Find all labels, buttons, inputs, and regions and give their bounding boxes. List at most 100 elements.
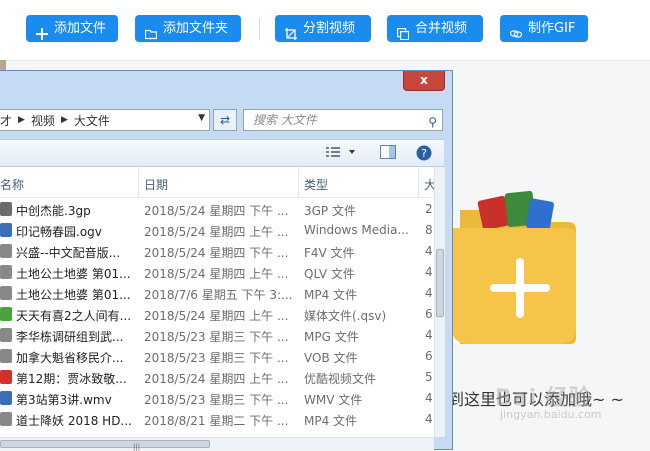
file-row[interactable]: 第3站第3讲.wmv 2018/5/23 星期三 下午 ... WMV 文件 4 bbox=[0, 388, 434, 409]
file-name: 加拿大魁省移民介... bbox=[16, 351, 124, 365]
file-date: 2018/5/23 星期三 下午 ... bbox=[144, 351, 289, 365]
file-size: 6 bbox=[425, 307, 433, 321]
file-type: QLV 文件 bbox=[304, 267, 355, 281]
file-size: 6 bbox=[425, 349, 433, 363]
address-dropdown-icon[interactable]: ▼ bbox=[198, 113, 205, 123]
file-row[interactable]: 土地公土地婆 第01... 2018/7/6 星期五 下午 3:... MP4 文件… bbox=[0, 283, 434, 304]
file-size: 4 bbox=[425, 412, 433, 426]
merge-video-button[interactable]: 合并视频 bbox=[387, 15, 483, 42]
search-placeholder: 搜索 大文件 bbox=[253, 113, 317, 127]
file-name: 兴盛--中文配音版... bbox=[16, 246, 121, 260]
column-divider[interactable] bbox=[138, 167, 139, 197]
file-date: 2018/5/24 星期四 上午 ... bbox=[144, 267, 289, 281]
column-name-header[interactable]: 名称 bbox=[0, 176, 24, 193]
preview-pane-icon[interactable] bbox=[380, 145, 396, 159]
file-row[interactable]: 印记畅春园.ogv 2018/5/24 星期四 上午 ... Windows Med… bbox=[0, 220, 434, 241]
file-date: 2018/5/24 星期四 下午 ... bbox=[144, 246, 289, 260]
vertical-scroll-thumb[interactable] bbox=[436, 249, 444, 317]
column-date-header[interactable]: 日期 bbox=[144, 176, 168, 193]
file-row[interactable]: 加拿大魁省移民介... 2018/5/23 星期三 下午 ... VOB 文件 6 bbox=[0, 346, 434, 367]
column-size-header[interactable]: 大 bbox=[424, 176, 434, 193]
file-row[interactable]: 天天有喜2之人间有... 2018/5/24 星期四 上午 ... 媒体文件(.qs… bbox=[0, 304, 434, 325]
video-file-icon bbox=[0, 370, 12, 384]
watermark-url: jingyan.baidu.com bbox=[500, 408, 602, 421]
video-file-icon bbox=[0, 244, 12, 258]
file-type: VOB 文件 bbox=[304, 351, 358, 365]
horizontal-scrollbar[interactable]: ||| bbox=[0, 437, 434, 451]
file-name: 李华栋调研组到武... bbox=[16, 330, 124, 344]
vertical-scrollbar[interactable] bbox=[434, 167, 445, 437]
svg-text:?: ? bbox=[421, 147, 427, 160]
horizontal-scroll-thumb[interactable]: ||| bbox=[0, 440, 210, 451]
file-name: 土地公土地婆 第01... bbox=[16, 267, 131, 281]
file-size: 4 bbox=[425, 391, 433, 405]
file-size: 4 bbox=[425, 265, 433, 279]
file-name: 印记畅春园.ogv bbox=[16, 225, 102, 239]
make-gif-button[interactable]: 制作GIF bbox=[500, 15, 588, 42]
file-row[interactable]: 道士降妖 2018 HD... 2018/8/21 星期二 下午 ... MP4 文… bbox=[0, 409, 434, 430]
dialog-close-button[interactable]: x bbox=[403, 71, 445, 91]
file-date: 2018/5/23 星期三 下午 ... bbox=[144, 330, 289, 344]
file-type: 媒体文件(.qsv) bbox=[304, 309, 387, 323]
file-type: 优酷视频文件 bbox=[304, 372, 377, 386]
file-size: 4 bbox=[425, 244, 433, 258]
add-file-button[interactable]: 添加文件 bbox=[26, 15, 118, 42]
file-row[interactable]: 第12期：贾冰致敬... 2018/5/24 星期四 上午 ... 优酷视频文件 5 bbox=[0, 367, 434, 388]
file-name: 第12期：贾冰致敬... bbox=[16, 372, 127, 386]
search-icon: ⚲ bbox=[428, 115, 437, 129]
video-file-icon bbox=[0, 328, 12, 342]
video-file-icon bbox=[0, 286, 12, 300]
address-bar[interactable]: 才 ▶ 视频 ▶ 大文件 ▼ bbox=[0, 109, 210, 131]
file-row[interactable]: 土地公土地婆 第01... 2018/5/24 星期四 上午 ... QLV 文件 4 bbox=[0, 262, 434, 283]
video-file-icon bbox=[0, 412, 12, 426]
file-row[interactable]: 中创杰能.3gp 2018/5/24 星期四 下午 ... 3GP 文件 2 bbox=[0, 199, 434, 220]
breadcrumb-item[interactable]: 才 bbox=[0, 112, 12, 129]
add-file-label: 添加文件 bbox=[54, 21, 107, 36]
add-files-dropzone[interactable] bbox=[440, 188, 580, 348]
split-video-button[interactable]: 分割视频 bbox=[275, 15, 371, 42]
breadcrumb-item[interactable]: 大文件 bbox=[74, 112, 110, 129]
file-date: 2018/7/6 星期五 下午 3:... bbox=[144, 288, 293, 302]
breadcrumb-arrow-icon: ▶ bbox=[60, 115, 68, 125]
crop-icon bbox=[285, 23, 297, 40]
search-input[interactable]: 搜索 大文件 ⚲ bbox=[243, 109, 443, 131]
split-video-label: 分割视频 bbox=[303, 21, 356, 36]
add-folder-label: 添加文件夹 bbox=[163, 21, 229, 36]
file-date: 2018/5/24 星期四 上午 ... bbox=[144, 309, 289, 323]
file-date: 2018/5/24 星期四 下午 ... bbox=[144, 204, 289, 218]
column-divider[interactable] bbox=[418, 167, 419, 197]
file-type: MPG 文件 bbox=[304, 330, 359, 344]
file-size: 4 bbox=[425, 328, 433, 342]
video-file-icon bbox=[0, 202, 12, 216]
copy-icon bbox=[397, 23, 410, 40]
merge-video-label: 合并视频 bbox=[415, 21, 468, 36]
column-type-header[interactable]: 类型 bbox=[304, 176, 328, 193]
file-type: Windows Media... bbox=[304, 223, 409, 237]
file-open-dialog: x 才 ▶ 视频 ▶ 大文件 ▼ ⇄ 搜索 大文件 ⚲ ? 名称 日期 类型 大… bbox=[0, 70, 453, 451]
file-name: 天天有喜2之人间有... bbox=[16, 309, 131, 323]
view-options-icon[interactable] bbox=[326, 145, 355, 159]
toolbar-divider bbox=[259, 18, 260, 40]
refresh-button[interactable]: ⇄ bbox=[213, 109, 237, 131]
file-type: 3GP 文件 bbox=[304, 204, 356, 218]
file-size: 2 bbox=[425, 202, 433, 216]
file-type: F4V 文件 bbox=[304, 246, 355, 260]
file-date: 2018/5/23 星期三 下午 ... bbox=[144, 393, 289, 407]
file-row[interactable]: 兴盛--中文配音版... 2018/5/24 星期四 下午 ... F4V 文件 4 bbox=[0, 241, 434, 262]
file-list-header: 名称 日期 类型 大 bbox=[0, 167, 434, 198]
video-file-icon bbox=[0, 223, 12, 237]
link-icon bbox=[510, 23, 523, 38]
file-size: 4 bbox=[425, 286, 433, 300]
file-row[interactable]: 李华栋调研组到武... 2018/5/23 星期三 下午 ... MPG 文件 4 bbox=[0, 325, 434, 346]
file-name: 道士降妖 2018 HD... bbox=[16, 414, 131, 428]
breadcrumb-arrow-icon: ▶ bbox=[18, 115, 25, 125]
breadcrumb-item[interactable]: 视频 bbox=[31, 112, 55, 129]
add-folder-button[interactable]: 添加文件夹 bbox=[135, 15, 241, 42]
command-bar: ? bbox=[0, 139, 444, 167]
file-type: WMV 文件 bbox=[304, 393, 363, 407]
file-type: MP4 文件 bbox=[304, 414, 358, 428]
video-file-icon bbox=[0, 265, 12, 279]
column-divider[interactable] bbox=[298, 167, 299, 197]
file-name: 中创杰能.3gp bbox=[16, 204, 91, 218]
help-icon[interactable]: ? bbox=[416, 145, 432, 161]
